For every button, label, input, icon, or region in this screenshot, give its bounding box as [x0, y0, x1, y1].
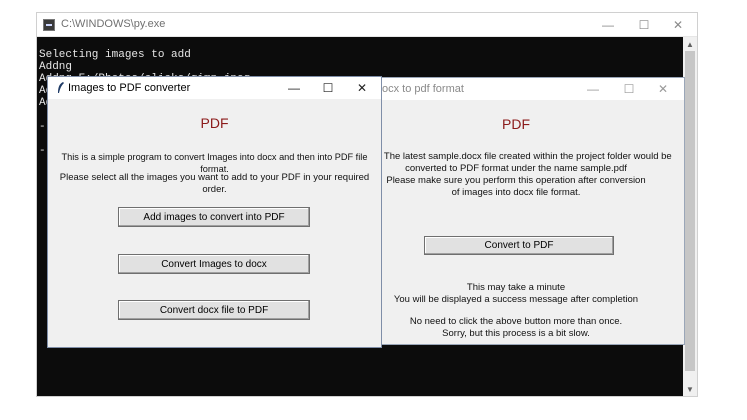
console-title: C:\WINDOWS\py.exe [61, 18, 166, 30]
docx-warning-line: Sorry, but this process is a bit slow. [442, 328, 590, 339]
converter-maximize-button[interactable]: ☐ [311, 77, 345, 99]
docx-minimize-button[interactable]: — [576, 78, 610, 100]
scroll-down-icon[interactable]: ▼ [683, 382, 697, 396]
console-app-icon [43, 19, 55, 31]
scroll-up-icon[interactable]: ▲ [683, 37, 697, 51]
console-titlebar[interactable]: C:\WINDOWS\py.exe — ☐ ✕ [37, 13, 697, 37]
feather-icon [56, 81, 64, 94]
docx-window-title: ocx to pdf format [382, 83, 464, 95]
scroll-thumb[interactable] [685, 51, 695, 371]
converter-title: Images to PDF converter [68, 82, 191, 94]
converter-close-button[interactable]: ✕ [345, 77, 379, 99]
converter-minimize-button[interactable]: — [277, 77, 311, 99]
add-images-button[interactable]: Add images to convert into PDF [118, 207, 310, 227]
docx-heading: PDF [502, 116, 530, 132]
docx-note: note. The latest sample.docx file create… [346, 151, 686, 199]
docx-note-line: converted to PDF format under the name s… [405, 163, 627, 174]
console-scrollbar[interactable]: ▲ ▼ [683, 37, 697, 396]
console-line: Addng [39, 61, 73, 73]
docx-warning: No need to click the above button more t… [346, 316, 686, 340]
converter-instructions: Please select all the images you want to… [59, 172, 370, 195]
docx-note-line: of images into docx file format. [451, 187, 581, 198]
docx-note-line: note. The latest sample.docx file create… [360, 151, 672, 162]
docx-window-titlebar[interactable]: ocx to pdf format — ☐ ✕ [346, 78, 684, 100]
convert-docx-to-pdf-button[interactable]: Convert docx file to PDF [118, 300, 310, 320]
console-maximize-button[interactable]: ☐ [627, 13, 661, 36]
console-line: Selecting images to add [39, 49, 191, 61]
images-to-pdf-window: Images to PDF converter — ☐ ✕ PDF This i… [47, 76, 382, 348]
convert-to-pdf-button[interactable]: Convert to PDF [424, 236, 614, 255]
docx-info: This may take a minute You will be displ… [346, 282, 686, 306]
docx-maximize-button[interactable]: ☐ [612, 78, 646, 100]
console-minimize-button[interactable]: — [591, 13, 625, 36]
docx-warning-line: No need to click the above button more t… [409, 316, 623, 327]
docx-close-button[interactable]: ✕ [646, 78, 680, 100]
docx-info-line: This may take a minute [466, 282, 566, 293]
docx-note-line: Please make sure you perform this operat… [386, 175, 646, 186]
docx-to-pdf-window: ocx to pdf format — ☐ ✕ PDF note. The la… [345, 77, 685, 345]
converter-titlebar[interactable]: Images to PDF converter — ☐ ✕ [48, 77, 381, 99]
console-close-button[interactable]: ✕ [661, 13, 695, 36]
converter-heading: PDF [200, 115, 229, 131]
docx-info-line: You will be displayed a success message … [393, 294, 639, 305]
convert-images-to-docx-button[interactable]: Convert Images to docx [118, 254, 310, 274]
